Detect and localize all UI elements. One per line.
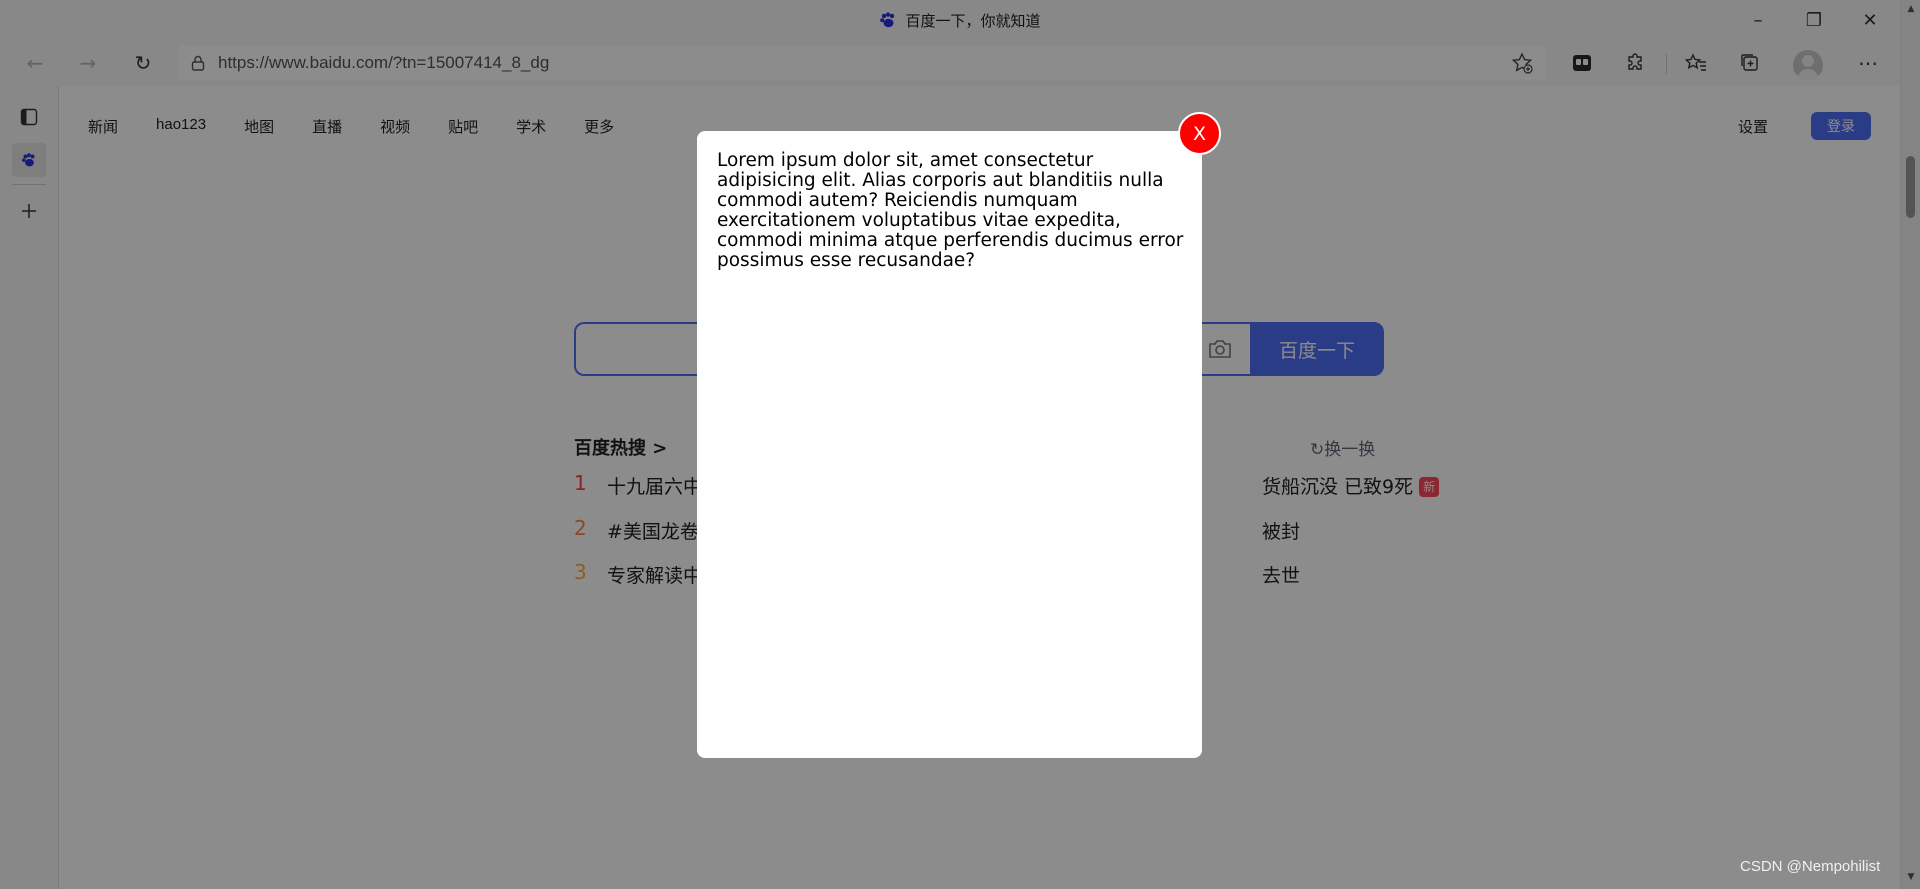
watermark: CSDN @Nempohilist (1740, 858, 1881, 875)
modal-dialog: Lorem ipsum dolor sit, amet consectetur … (697, 131, 1202, 758)
modal-body-text: Lorem ipsum dolor sit, amet consectetur … (717, 150, 1184, 271)
modal-close-button[interactable]: X (1178, 112, 1221, 155)
